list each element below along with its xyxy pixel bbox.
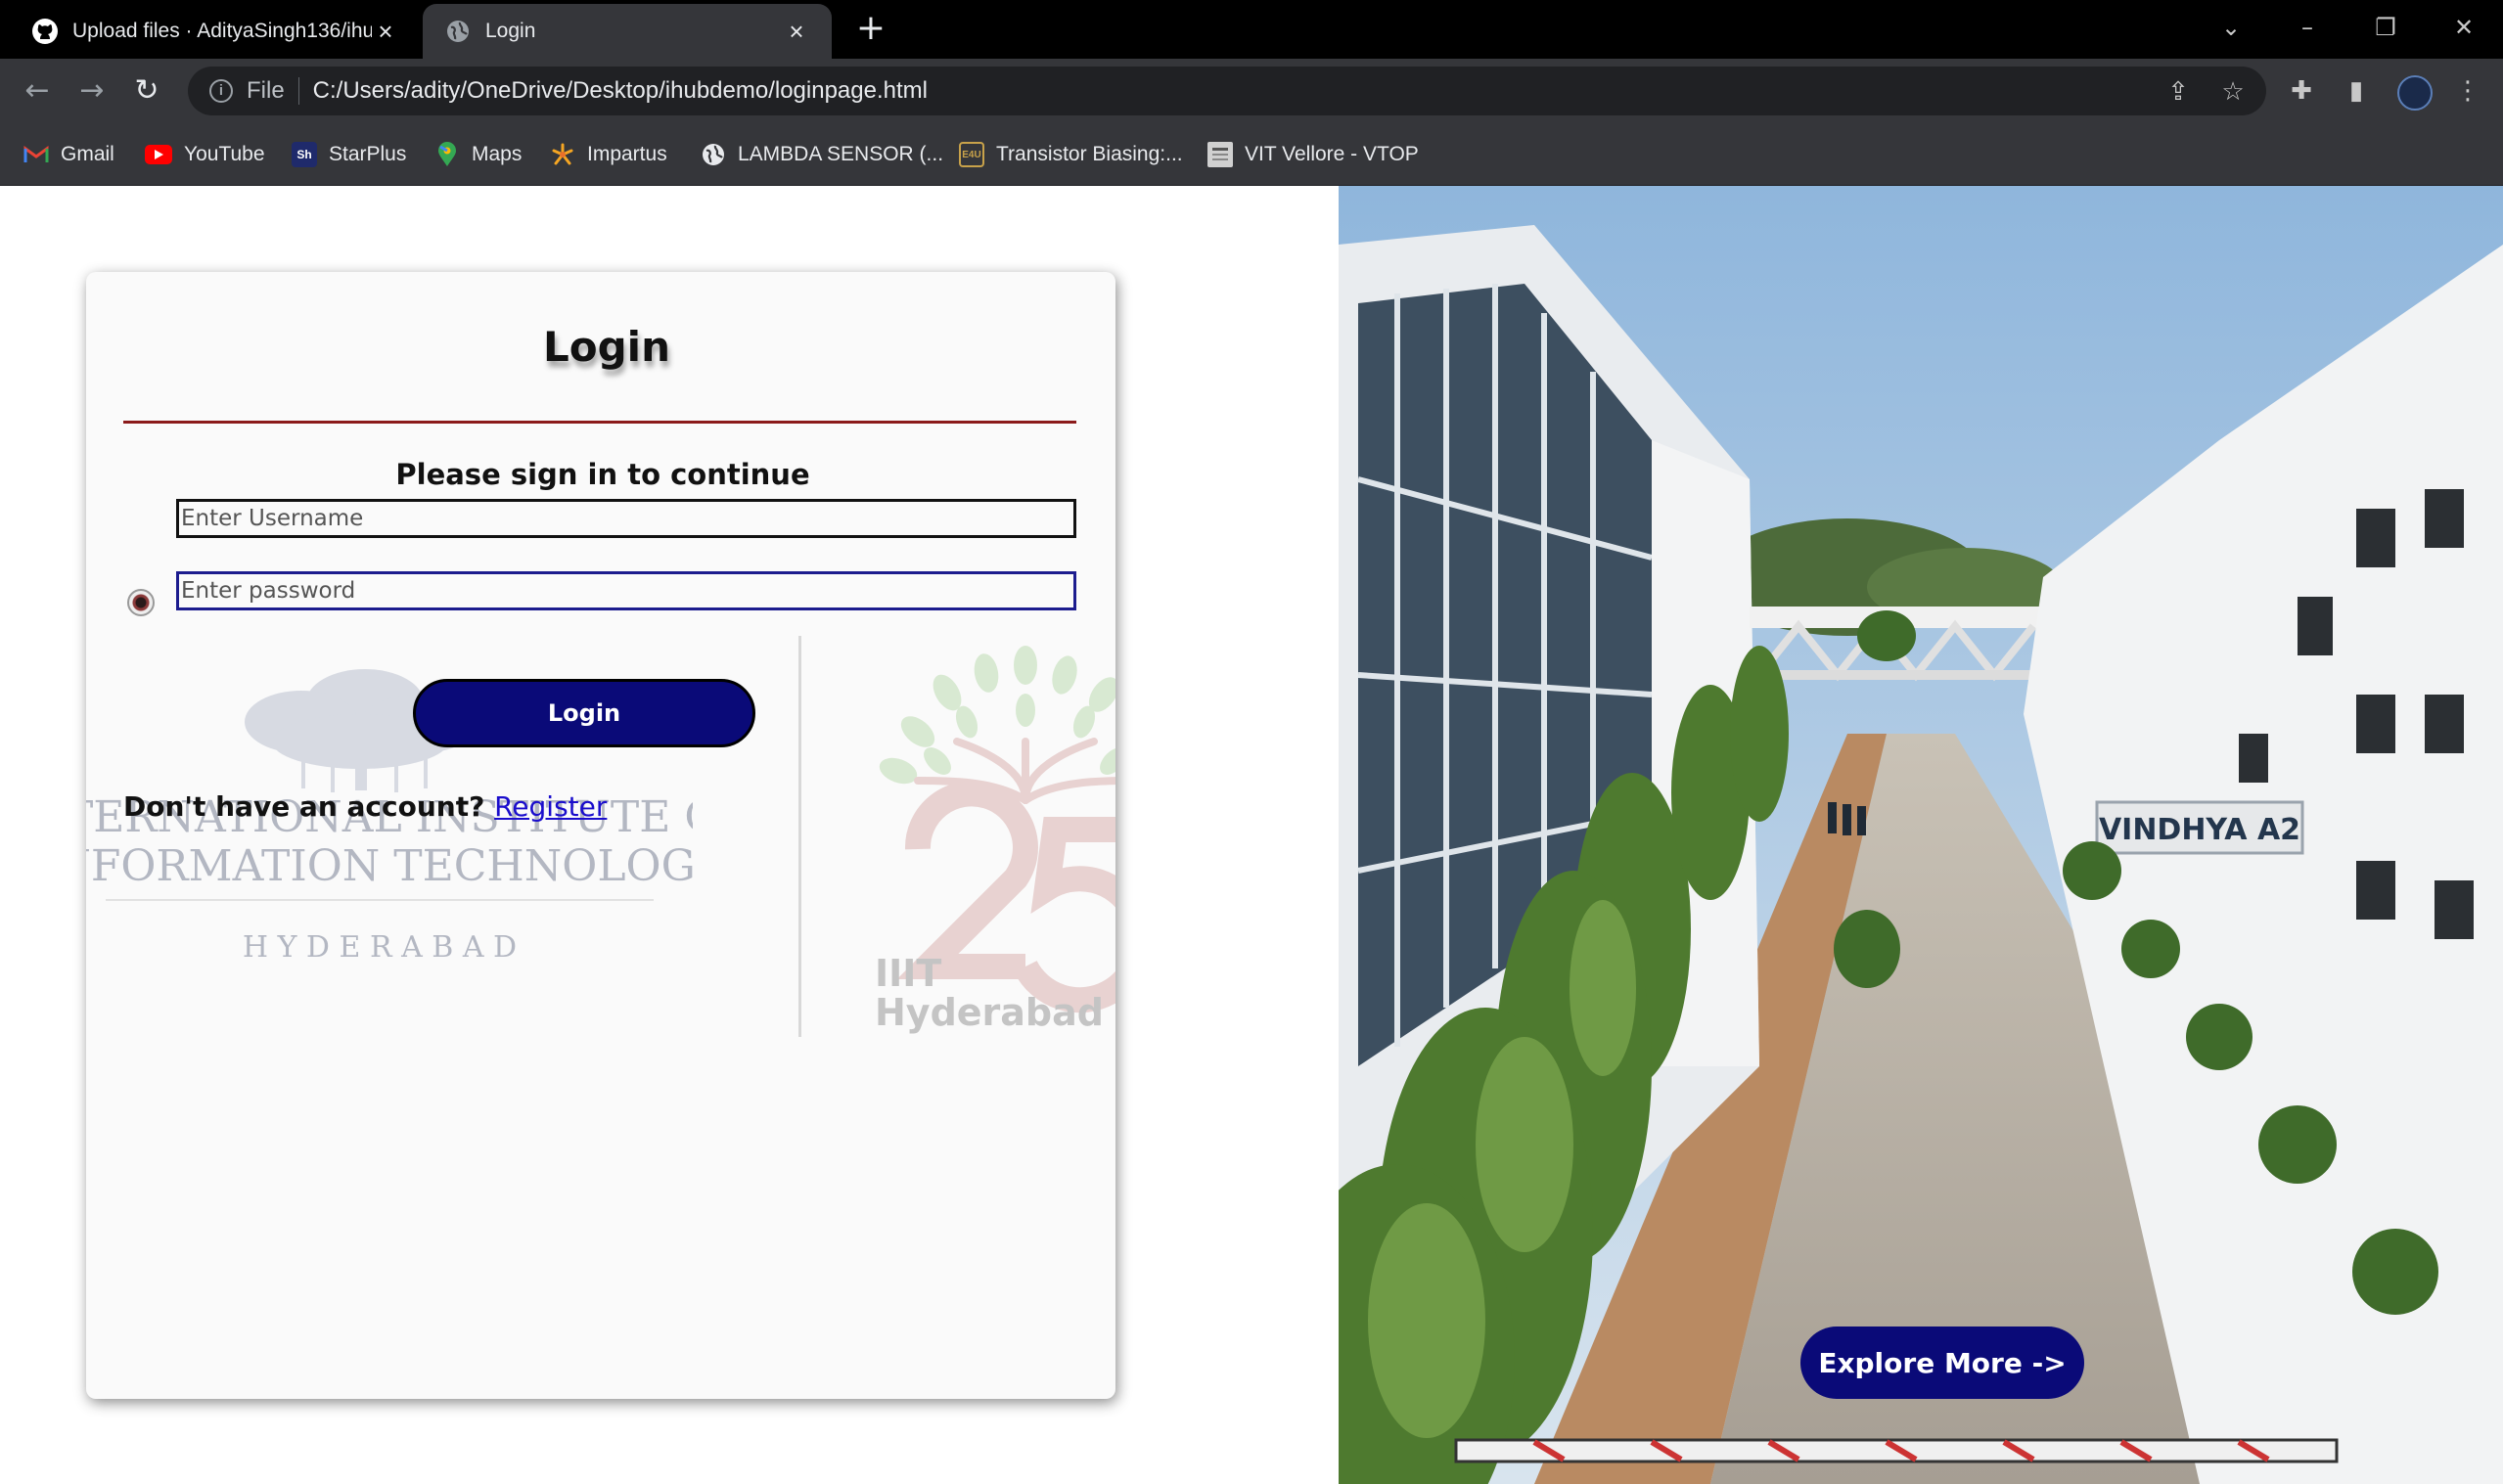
reload-button[interactable]: ↻: [127, 71, 166, 111]
globe-icon: [701, 142, 726, 167]
address-bar[interactable]: i File C:/Users/adity/OneDrive/Desktop/i…: [188, 67, 2266, 115]
login-card: INTERNATIONAL INSTITUTE OF INFORMATION T…: [86, 272, 1115, 1399]
globe-icon: [444, 18, 472, 45]
tab-title: Upload files · AdityaSingh136/ihu: [72, 20, 372, 42]
minimize-button[interactable]: –: [2286, 8, 2329, 47]
bookmark-transistor-biasing[interactable]: E4U Transistor Biasing:...: [959, 123, 1183, 186]
tab-title: Login: [485, 20, 536, 42]
bookmark-starplus[interactable]: Sh StarPlus: [292, 123, 406, 186]
menu-kebab-icon[interactable]: ⋮: [2448, 71, 2487, 111]
bookmarks-bar: Gmail YouTube Sh StarPlus Maps Impartus …: [0, 123, 2503, 186]
bookmark-label: LAMBDA SENSOR (...: [738, 143, 944, 165]
address-scheme: File: [247, 77, 299, 105]
username-input[interactable]: [176, 499, 1076, 538]
campus-photo: VINDHYA A2: [1339, 186, 2503, 1484]
forward-button[interactable]: →: [72, 71, 112, 111]
share-icon[interactable]: ⇪: [2159, 67, 2198, 115]
bookmark-label: YouTube: [184, 143, 265, 165]
bookmark-label: Impartus: [587, 143, 667, 165]
password-input[interactable]: [176, 571, 1076, 610]
page-viewport: INTERNATIONAL INSTITUTE OF INFORMATION T…: [0, 186, 2503, 1484]
bookmark-label: Maps: [472, 143, 523, 165]
side-panel-icon[interactable]: ▮: [2337, 71, 2376, 111]
iiit-watermark-line3: H Y D E R A B A D: [243, 930, 517, 965]
iiit-25-logo-watermark: IIIT Hyderabad: [875, 646, 1115, 1034]
heading-divider: [123, 421, 1076, 424]
youtube-icon: [145, 145, 172, 164]
bookmark-label: Transistor Biasing:...: [996, 143, 1183, 165]
e4u-icon: E4U: [959, 142, 984, 167]
browser-toolbar: ← → ↻ i File C:/Users/adity/OneDrive/Des…: [0, 59, 2503, 123]
close-tab-icon[interactable]: ×: [783, 18, 810, 45]
new-tab-button[interactable]: +: [853, 11, 888, 47]
explore-more-button[interactable]: Explore More ->: [1800, 1327, 2084, 1399]
bookmark-impartus[interactable]: Impartus: [550, 123, 667, 186]
login-heading: Login: [543, 323, 670, 371]
watermark-divider: [798, 636, 801, 1037]
bookmark-maps[interactable]: Maps: [434, 123, 522, 186]
vindhya-sign: VINDHYA A2: [2099, 813, 2300, 847]
bookmark-label: VIT Vellore - VTOP: [1245, 143, 1419, 165]
profile-avatar[interactable]: [2397, 75, 2433, 111]
github-icon: [31, 18, 59, 45]
bookmark-star-icon[interactable]: ☆: [2213, 67, 2253, 115]
tab-upload-files[interactable]: Upload files · AdityaSingh136/ihu ×: [10, 4, 421, 59]
back-button[interactable]: ←: [18, 71, 57, 111]
logo-25-line2: Hyderabad: [875, 991, 1104, 1034]
tab-login[interactable]: Login ×: [423, 4, 832, 59]
no-account-text: Don't have an account?: [123, 790, 495, 823]
bookmark-vit-vtop[interactable]: VIT Vellore - VTOP: [1207, 123, 1419, 186]
bookmark-label: StarPlus: [329, 143, 407, 165]
vtop-icon: [1207, 142, 1233, 167]
restore-button[interactable]: ❐: [2364, 8, 2407, 47]
browser-tab-strip: Upload files · AdityaSingh136/ihu × Logi…: [0, 0, 2503, 59]
show-password-eye-icon[interactable]: [127, 589, 155, 616]
sign-in-subtitle: Please sign in to continue: [395, 458, 810, 491]
bookmark-youtube[interactable]: YouTube: [145, 123, 265, 186]
logo-25-line1: IIIT: [875, 952, 941, 995]
site-info-icon[interactable]: i: [209, 79, 233, 103]
impartus-icon: [550, 142, 575, 167]
gmail-icon: [23, 142, 49, 167]
bookmark-gmail[interactable]: Gmail: [23, 123, 114, 186]
extensions-puzzle-icon[interactable]: ✚: [2282, 71, 2321, 111]
close-window-button[interactable]: ✕: [2442, 8, 2485, 47]
address-url[interactable]: C:/Users/adity/OneDrive/Desktop/ihubdemo…: [313, 77, 928, 105]
close-tab-icon[interactable]: ×: [372, 18, 399, 45]
iiit-watermark-line2: INFORMATION TECHNOLOGY: [86, 841, 693, 891]
tab-search-icon[interactable]: ⌄: [2209, 8, 2253, 47]
starplus-icon: Sh: [292, 142, 317, 167]
bookmark-label: Gmail: [61, 143, 114, 165]
register-prompt: Don't have an account? Register: [123, 790, 607, 823]
bookmark-lambda-sensor[interactable]: LAMBDA SENSOR (...: [701, 123, 943, 186]
login-button[interactable]: Login: [413, 679, 755, 747]
maps-pin-icon: [434, 142, 460, 167]
register-link[interactable]: Register: [494, 790, 607, 823]
